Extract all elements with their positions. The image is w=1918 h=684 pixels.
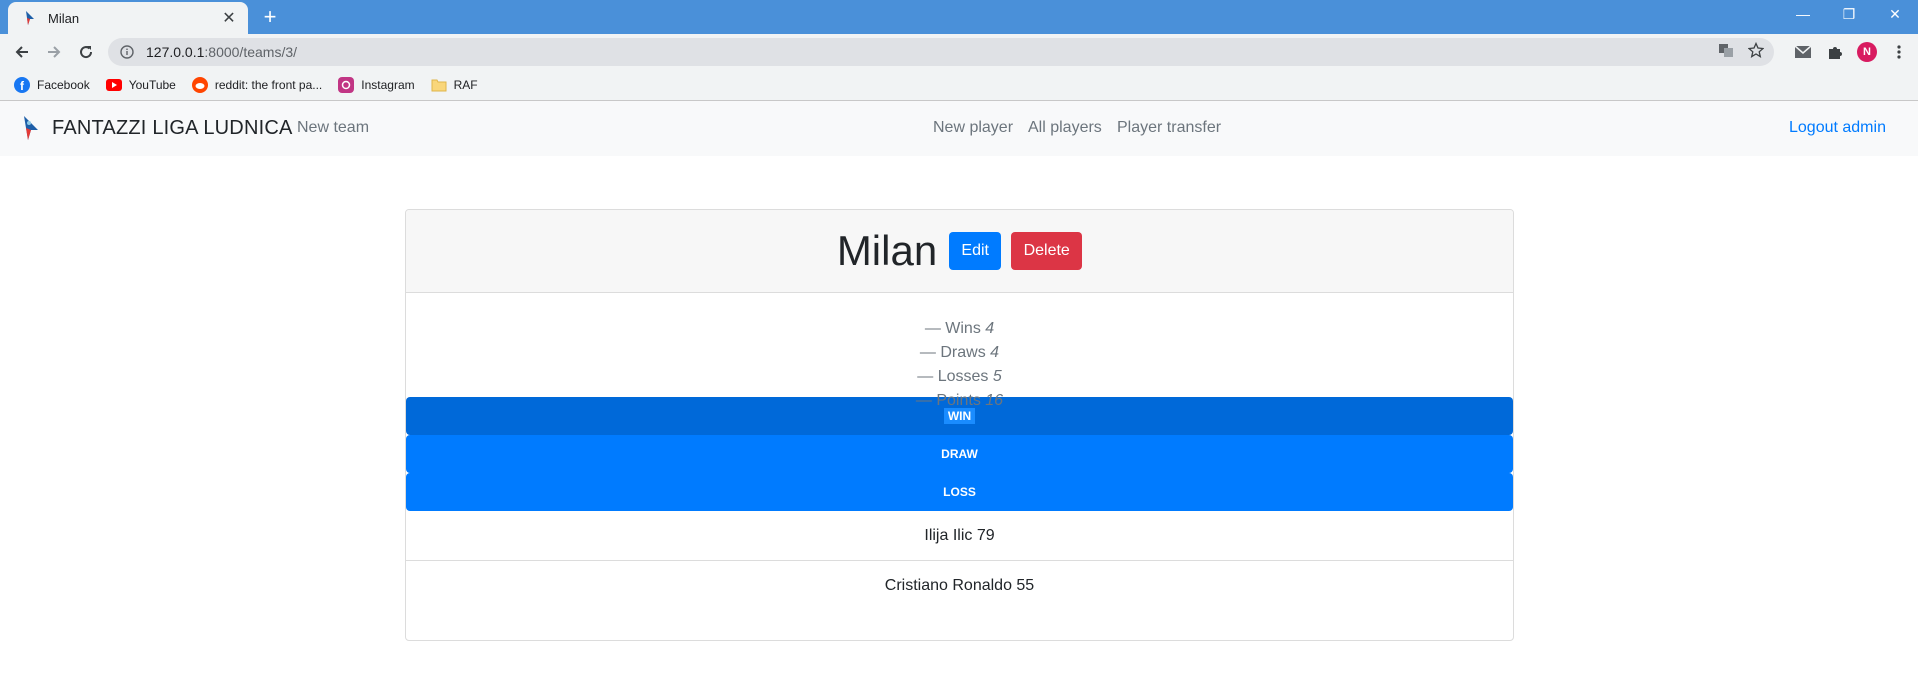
stat-value: 4 (985, 320, 995, 337)
stat-value: 16 (985, 392, 1004, 409)
bookmark-raf[interactable]: RAF (429, 77, 486, 93)
restore-icon[interactable]: ❐ (1826, 0, 1872, 28)
reddit-icon (191, 77, 208, 93)
bookmark-label: RAF (453, 78, 478, 92)
facebook-icon: f (14, 77, 30, 93)
team-stats: — Wins 4 — Draws 4 — Losses 5 — Points 1… (406, 293, 1513, 409)
stat-value: 4 (990, 344, 1000, 361)
new-tab-icon[interactable]: + (258, 5, 282, 29)
loss-button[interactable]: LOSS (406, 473, 1513, 511)
translate-icon[interactable] (1718, 42, 1734, 63)
rocket-logo-icon (18, 114, 44, 142)
stat-label: Wins (945, 320, 981, 337)
browser-tabstrip: Milan ✕ + — ❐ ✕ (0, 0, 1918, 34)
folder-icon (431, 77, 447, 93)
stat-prefix: — (924, 320, 946, 337)
brand-link[interactable]: FANTAZZI LIGA LUDNICA (18, 114, 293, 142)
menu-kebab-icon[interactable] (1886, 39, 1912, 65)
card-header: Milan Edit Delete (406, 210, 1513, 293)
mail-extension-icon[interactable] (1790, 39, 1816, 65)
youtube-icon (105, 77, 122, 93)
site-info-icon[interactable] (118, 43, 136, 61)
extensions-puzzle-icon[interactable] (1822, 39, 1848, 65)
bookmark-star-icon[interactable] (1747, 41, 1765, 63)
delete-button[interactable]: Delete (1011, 232, 1083, 270)
close-window-icon[interactable]: ✕ (1872, 0, 1918, 28)
forward-icon[interactable] (38, 36, 70, 68)
url-path: :8000/teams/3/ (204, 44, 298, 60)
nav-new-player[interactable]: New player (933, 119, 1013, 137)
url-host: 127.0.0.1 (146, 44, 205, 60)
stat-wins: — Wins 4 (406, 317, 1513, 341)
stat-label: Points (936, 392, 981, 409)
browser-tab[interactable]: Milan ✕ (8, 2, 248, 34)
reload-icon[interactable] (70, 36, 102, 68)
stat-prefix: — (917, 368, 938, 385)
stat-label: Losses (937, 368, 989, 385)
bookmark-label: reddit: the front pa... (214, 78, 323, 92)
profile-initial: N (1857, 42, 1877, 62)
url-text: 127.0.0.1:8000/teams/3/ (146, 44, 1718, 60)
bookmark-reddit[interactable]: reddit: the front pa... (190, 77, 330, 93)
stat-prefix: — (919, 344, 941, 361)
draw-button[interactable]: DRAW (406, 435, 1513, 473)
bookmarks-bar: f Facebook YouTube reddit: the front pa.… (0, 70, 1918, 101)
player-row[interactable]: Cristiano Ronaldo 55 (406, 560, 1513, 610)
bookmark-youtube[interactable]: YouTube (104, 77, 184, 93)
minimize-icon[interactable]: — (1780, 0, 1826, 28)
profile-avatar[interactable]: N (1854, 39, 1880, 65)
edit-button[interactable]: Edit (949, 232, 1002, 270)
stat-losses: — Losses 5 (406, 365, 1513, 389)
brand-text: FANTAZZI LIGA LUDNICA (52, 116, 293, 139)
nav-new-team[interactable]: New team (297, 119, 369, 137)
team-card: Milan Edit Delete — Wins 4 — Draws 4 — L… (405, 209, 1514, 641)
win-label: WIN (943, 408, 976, 424)
player-row[interactable]: Ilija Ilic 79 (406, 511, 1513, 560)
player-list: Ilija Ilic 79 Cristiano Ronaldo 55 (406, 511, 1513, 610)
browser-toolbar: 127.0.0.1:8000/teams/3/ N (0, 34, 1918, 70)
window-controls: — ❐ ✕ (1780, 0, 1918, 28)
bookmark-label: Instagram (361, 78, 415, 92)
bookmark-label: Facebook (37, 78, 90, 92)
instagram-icon (338, 77, 355, 93)
nav-logout[interactable]: Logout admin (1789, 119, 1886, 137)
tab-title: Milan (48, 10, 80, 26)
bookmark-label: YouTube (128, 78, 176, 92)
rocket-icon (22, 10, 38, 26)
team-name: Milan (836, 227, 938, 274)
back-icon[interactable] (6, 36, 38, 68)
address-bar[interactable]: 127.0.0.1:8000/teams/3/ (108, 38, 1774, 66)
bookmark-instagram[interactable]: Instagram (336, 77, 422, 93)
close-tab-icon[interactable]: ✕ (220, 8, 238, 28)
nav-player-transfer[interactable]: Player transfer (1117, 119, 1221, 137)
stat-draws: — Draws 4 (406, 341, 1513, 365)
stat-prefix: — (915, 392, 937, 409)
stat-label: Draws (940, 344, 986, 361)
nav-all-players[interactable]: All players (1028, 119, 1102, 137)
bookmark-facebook[interactable]: f Facebook (12, 77, 98, 93)
site-navbar: FANTAZZI LIGA LUDNICA New team New playe… (0, 101, 1918, 156)
stat-value: 5 (992, 368, 1002, 385)
